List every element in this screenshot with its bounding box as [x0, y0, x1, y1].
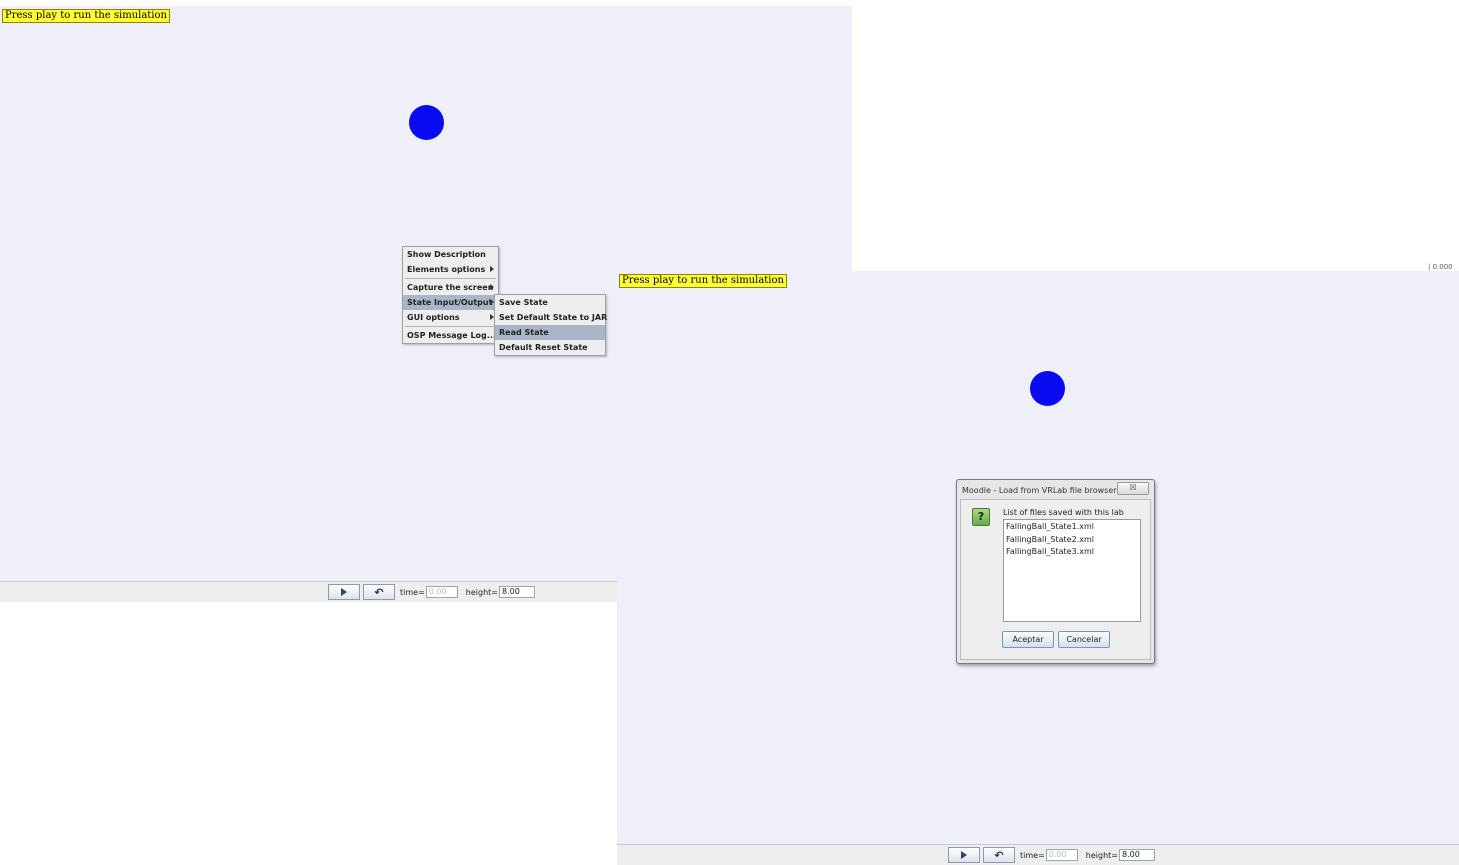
menu-item-label: OSP Message Log...	[407, 331, 496, 340]
height-field[interactable]: 8.00	[1118, 849, 1155, 861]
close-icon: ☒	[1129, 483, 1137, 492]
menu-item-label: Set Default State to JAR	[499, 313, 608, 322]
screenshot-stage: Press play to run the simulation Show De…	[0, 0, 1459, 865]
menu-item-label: GUI options	[407, 313, 460, 322]
height-label: height=	[1085, 850, 1118, 860]
menu-item-show-description[interactable]: Show Description	[403, 247, 498, 262]
file-list-caption: List of files saved with this lab	[1003, 508, 1124, 517]
menu-item-state-input-output[interactable]: State Input/Output	[403, 295, 498, 310]
play-icon	[341, 588, 347, 596]
time-label: time=	[400, 587, 425, 597]
file-list-item[interactable]: FallingBall_State3.xml	[1006, 546, 1138, 559]
control-bar: ↶ time= 0.00 height= 8.00	[617, 844, 1459, 865]
menu-item-label: Default Reset State	[499, 343, 588, 352]
submenu-item-default-reset-state[interactable]: Default Reset State	[495, 340, 605, 355]
play-hint-banner: Press play to run the simulation	[2, 9, 170, 23]
accept-button[interactable]: Aceptar	[1002, 631, 1054, 648]
play-button[interactable]	[948, 847, 980, 863]
menu-item-osp-message-log[interactable]: OSP Message Log...	[403, 328, 498, 343]
menu-item-label: Read State	[499, 328, 549, 337]
close-button[interactable]: ☒	[1117, 482, 1149, 495]
menu-item-label: Show Description	[407, 250, 486, 259]
reset-icon: ↶	[994, 848, 1004, 862]
menu-item-capture-screen[interactable]: Capture the screen	[403, 280, 498, 295]
play-hint-banner: Press play to run the simulation	[619, 274, 787, 288]
falling-ball	[1030, 371, 1065, 406]
time-field[interactable]: 0.00	[1045, 849, 1078, 861]
state-io-submenu: Save State Set Default State to JAR Read…	[494, 294, 608, 356]
menu-item-label: Capture the screen	[407, 283, 494, 292]
play-icon	[961, 851, 967, 859]
menu-item-elements-options[interactable]: Elements options	[403, 262, 498, 277]
file-list-item[interactable]: FallingBall_State2.xml	[1006, 534, 1138, 547]
falling-ball	[409, 105, 444, 140]
menu-item-label: Save State	[499, 298, 548, 307]
time-label: time=	[1020, 850, 1045, 860]
context-menu: Show Description Elements options Captur…	[402, 246, 499, 344]
reset-button[interactable]: ↶	[983, 847, 1015, 863]
simulation-window-right: Press play to run the simulation Moodle …	[617, 271, 1459, 865]
file-list-item[interactable]: FallingBall_State1.xml	[1006, 521, 1138, 534]
time-field[interactable]: 0.00	[425, 586, 458, 598]
question-icon: ?	[972, 508, 990, 526]
menu-item-label: Elements options	[407, 265, 486, 274]
menu-item-gui-options[interactable]: GUI options	[403, 310, 498, 325]
dialog-title: Moodle - Load from VRLab file browser	[962, 486, 1117, 495]
file-list[interactable]: FallingBall_State1.xml FallingBall_State…	[1003, 519, 1141, 622]
submenu-item-read-state[interactable]: Read State	[495, 325, 605, 340]
edge-readout: | 0.000	[1428, 263, 1453, 271]
menu-separator	[405, 278, 496, 279]
reset-icon: ↶	[374, 585, 384, 599]
submenu-arrow-icon	[490, 266, 494, 272]
cancel-button[interactable]: Cancelar	[1058, 631, 1110, 648]
height-field[interactable]: 8.00	[498, 586, 535, 598]
load-file-dialog: Moodle - Load from VRLab file browser ☒ …	[956, 479, 1155, 664]
height-label: height=	[465, 587, 498, 597]
control-group: ↶ time= 0.00 height= 8.00	[328, 584, 535, 600]
dialog-body: ? List of files saved with this lab Fall…	[960, 499, 1151, 660]
submenu-arrow-icon	[490, 284, 494, 290]
reset-button[interactable]: ↶	[363, 584, 395, 600]
menu-item-label: State Input/Output	[407, 298, 493, 307]
submenu-item-set-default-state[interactable]: Set Default State to JAR	[495, 310, 608, 325]
menu-separator	[405, 326, 496, 327]
control-group: ↶ time= 0.00 height= 8.00	[948, 847, 1155, 863]
play-button[interactable]	[328, 584, 360, 600]
submenu-item-save-state[interactable]: Save State	[495, 295, 605, 310]
